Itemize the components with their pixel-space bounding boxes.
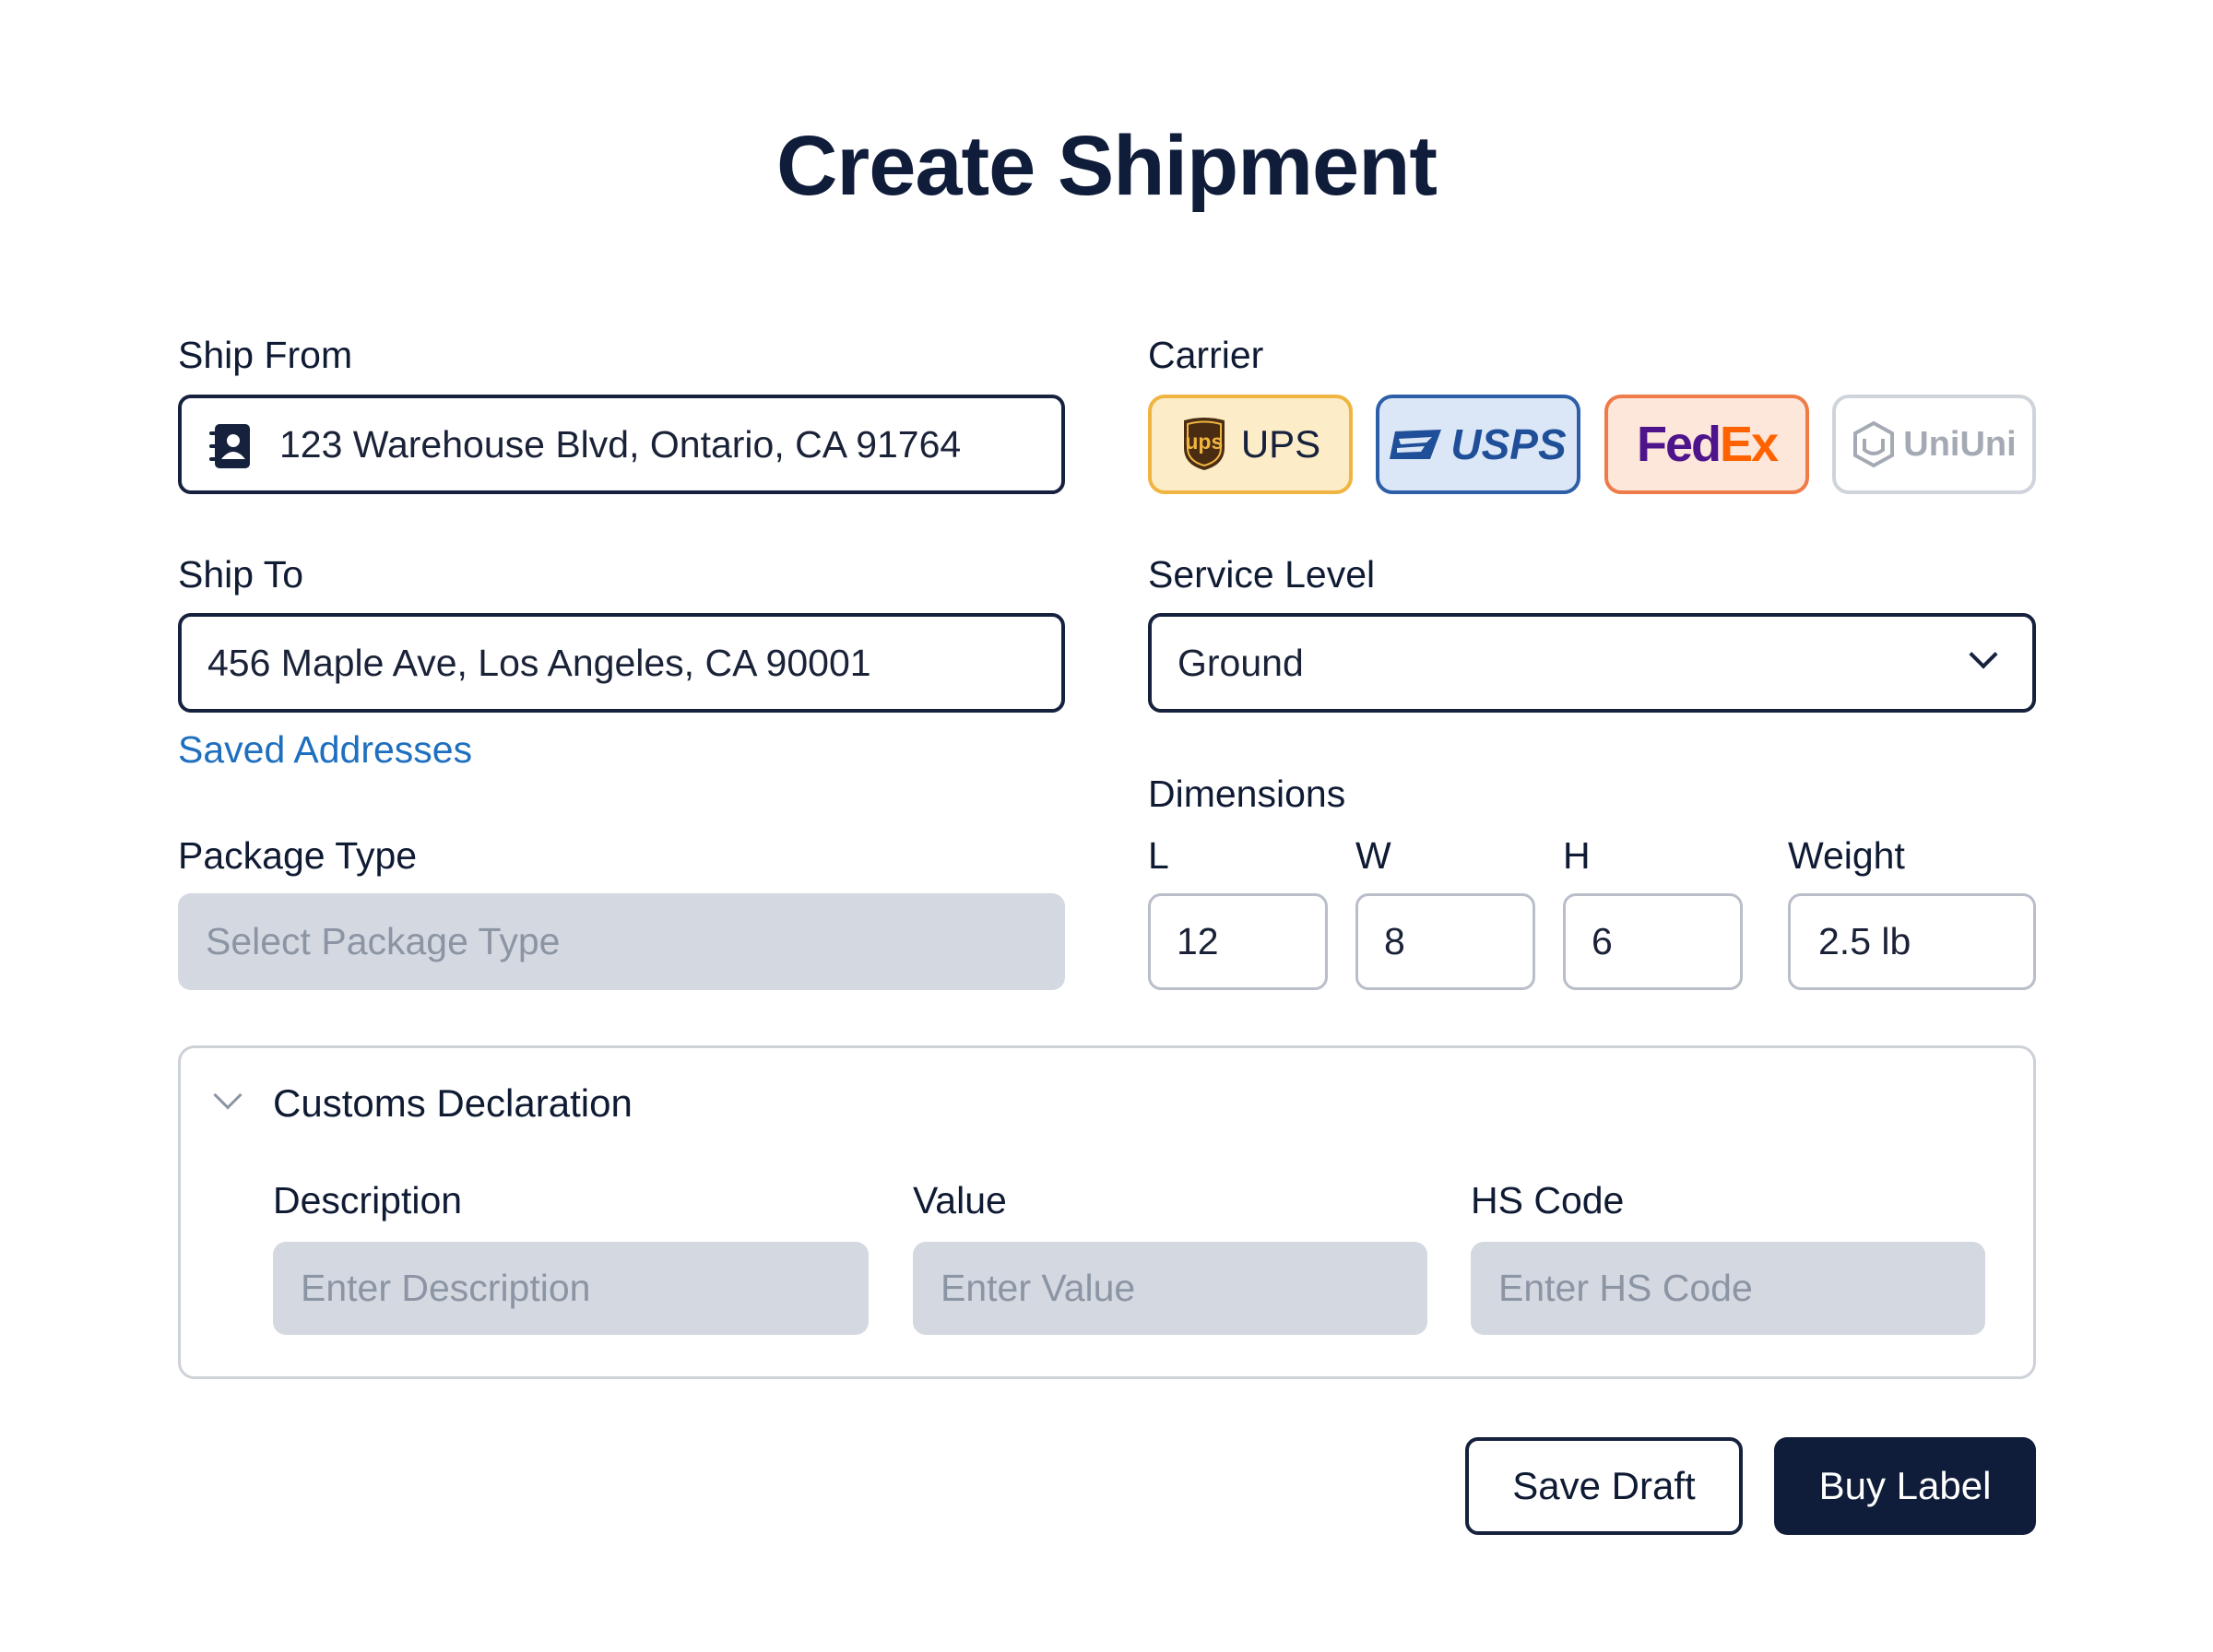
width-value: 8 [1384, 920, 1405, 962]
ship-from-label: Ship From [178, 334, 353, 376]
service-level-value: Ground [1178, 641, 1304, 684]
hs-code-input[interactable]: Enter HS Code [1471, 1242, 1985, 1335]
height-value: 6 [1592, 920, 1613, 962]
ship-from-value: 123 Warehouse Blvd, Ontario, CA 91764 [279, 422, 962, 466]
height-input[interactable]: 6 [1563, 893, 1743, 990]
carrier-name-uniuni: UniUni [1903, 424, 2017, 464]
length-label: L [1148, 834, 1169, 877]
address-book-icon [207, 422, 252, 470]
carrier-option-usps[interactable]: USPS [1376, 395, 1580, 494]
weight-input[interactable]: 2.5 lb [1788, 893, 2036, 990]
value-placeholder: Enter Value [941, 1267, 1136, 1309]
carrier-label: Carrier [1148, 334, 1264, 376]
weight-label: Weight [1788, 834, 1905, 877]
page-title: Create Shipment [775, 119, 1438, 213]
ship-to-input[interactable]: 456 Maple Ave, Los Angeles, CA 90001 [178, 613, 1065, 713]
width-input[interactable]: 8 [1355, 893, 1535, 990]
buy-label-button[interactable]: Buy Label [1774, 1437, 2036, 1535]
customs-header[interactable]: Customs Declaration [208, 1080, 762, 1137]
value-label: Value [913, 1179, 1007, 1221]
ship-to-value: 456 Maple Ave, Los Angeles, CA 90001 [207, 641, 871, 684]
length-input[interactable]: 12 [1148, 893, 1328, 990]
ship-to-label: Ship To [178, 553, 304, 596]
uniuni-cube-icon [1852, 420, 1896, 468]
carrier-option-uniuni[interactable]: UniUni [1832, 395, 2036, 494]
ups-logo-text: ups [1185, 430, 1224, 454]
fedex-logo-ex: Ex [1719, 417, 1779, 472]
dimensions-label: Dimensions [1148, 773, 1346, 815]
customs-declaration-panel: Customs Declaration Description Enter De… [178, 1045, 2036, 1379]
description-input[interactable]: Enter Description [273, 1242, 869, 1335]
chevron-down-icon [213, 1080, 243, 1110]
package-type-placeholder: Select Package Type [206, 920, 561, 962]
fedex-logo-fed: Fed [1636, 417, 1722, 472]
ship-from-input[interactable]: 123 Warehouse Blvd, Ontario, CA 91764 [178, 395, 1065, 494]
saved-addresses-link[interactable]: Saved Addresses [178, 728, 472, 772]
description-placeholder: Enter Description [301, 1267, 591, 1309]
customs-title: Customs Declaration [273, 1081, 633, 1125]
carrier-name-ups: UPS [1240, 422, 1321, 466]
service-level-label: Service Level [1148, 553, 1376, 596]
height-label: H [1563, 834, 1591, 877]
hs-code-label: HS Code [1471, 1179, 1625, 1221]
service-level-select[interactable]: Ground [1148, 613, 2036, 713]
ups-shield-icon: ups [1180, 417, 1228, 472]
carrier-option-ups[interactable]: ups UPS [1148, 395, 1353, 494]
save-draft-button[interactable]: Save Draft [1465, 1437, 1743, 1535]
carrier-name-usps: USPS [1450, 420, 1567, 468]
description-label: Description [273, 1179, 463, 1221]
package-type-label: Package Type [178, 834, 418, 877]
carrier-option-fedex[interactable]: Fed Ex [1604, 395, 1809, 494]
chevron-down-icon [1969, 640, 1998, 669]
hs-code-placeholder: Enter HS Code [1498, 1267, 1753, 1309]
usps-eagle-icon [1390, 426, 1443, 463]
length-value: 12 [1177, 920, 1219, 962]
weight-value: 2.5 lb [1818, 920, 1911, 962]
width-label: W [1355, 834, 1391, 877]
package-type-select[interactable]: Select Package Type [178, 893, 1194, 990]
value-input[interactable]: Enter Value [913, 1242, 1427, 1335]
